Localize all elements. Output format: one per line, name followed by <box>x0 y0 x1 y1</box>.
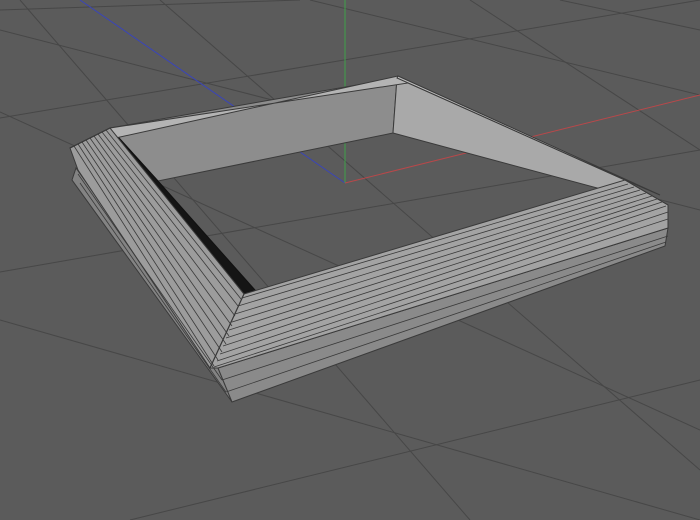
viewport-canvas[interactable] <box>0 0 700 520</box>
3d-viewport[interactable] <box>0 0 700 520</box>
bar-front <box>209 179 669 369</box>
inner-wall-right <box>392 77 626 193</box>
